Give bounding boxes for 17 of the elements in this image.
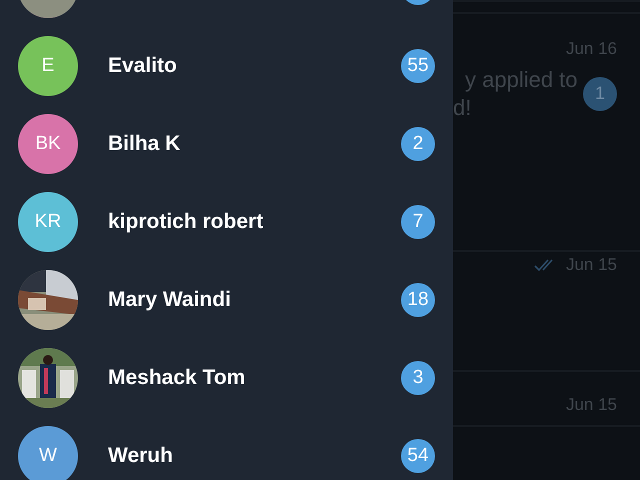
unread-count: 1 bbox=[583, 76, 617, 110]
unread-count: 7 bbox=[401, 205, 435, 239]
unread-count: 3 bbox=[401, 361, 435, 395]
contact-name: Bilha K bbox=[108, 131, 182, 158]
unread-count: 55 bbox=[401, 49, 435, 83]
contact-name: Weruh bbox=[108, 443, 174, 470]
avatar: KR bbox=[18, 192, 78, 252]
avatar: BK bbox=[18, 114, 78, 174]
avatar: W bbox=[18, 426, 78, 480]
unread-count: 2 bbox=[401, 127, 435, 161]
contact-name: Meshack Tom bbox=[108, 365, 246, 392]
contact-name: kiprotich robert bbox=[108, 209, 264, 236]
contact-name: Mary Waindi bbox=[108, 287, 232, 314]
unread-count: 54 bbox=[401, 439, 435, 473]
contact-name: Evalito bbox=[108, 53, 178, 80]
avatar: E bbox=[18, 36, 78, 96]
unread-count: 18 bbox=[401, 283, 435, 317]
